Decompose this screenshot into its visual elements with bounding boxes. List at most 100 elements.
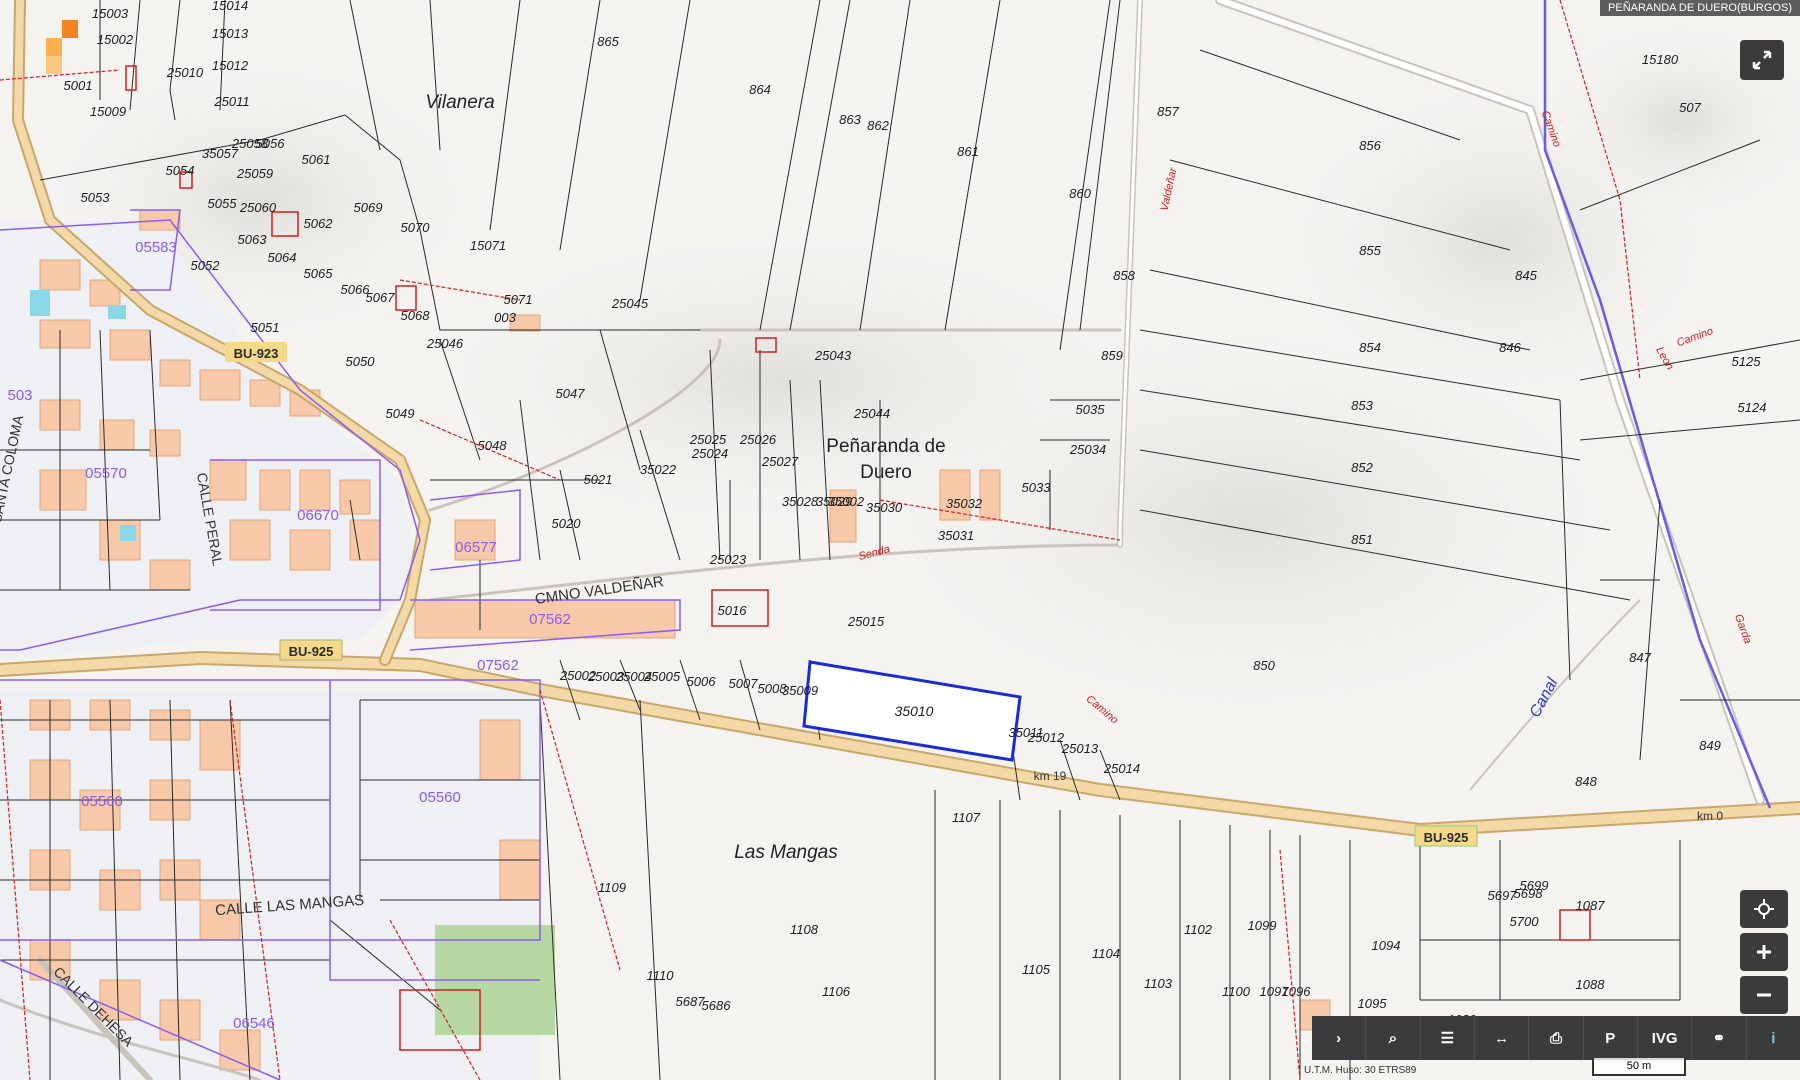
parcel-number: 5053 — [81, 190, 111, 205]
parcel-number: 1110 — [647, 968, 675, 983]
parcel-number: 1105 — [1022, 962, 1051, 977]
parcel-number: 5047 — [556, 386, 586, 401]
parcel-number: 15013 — [212, 26, 249, 41]
parcel-number: 5068 — [401, 308, 431, 323]
km-marker: km 0 — [1697, 809, 1723, 823]
parcel-number: 25015 — [847, 614, 885, 629]
parcel-number: 857 — [1157, 104, 1179, 119]
parcel-number: 5021 — [584, 472, 613, 487]
parcel-number: 1088 — [1576, 977, 1606, 992]
parcel-number: 25025 — [689, 432, 727, 447]
parcel-number: 35009 — [782, 683, 818, 698]
share-button[interactable]: ⚭ — [1692, 1016, 1747, 1060]
parcel-number: 849 — [1699, 738, 1721, 753]
block-number: 06577 — [455, 539, 497, 556]
block-number: 503 — [7, 387, 32, 404]
parcel-number: 15071 — [470, 238, 506, 253]
app-logo[interactable] — [28, 18, 78, 74]
parcel-number: 850 — [1253, 658, 1275, 673]
place-label: Duero — [860, 462, 912, 483]
parcel-number: 25010 — [166, 65, 204, 80]
parcel-number: 5056 — [256, 136, 286, 151]
parcel-number: 15012 — [212, 58, 249, 73]
km-marker: km 19 — [1034, 769, 1067, 783]
parcel-number: 5048 — [478, 438, 508, 453]
ivg-icon: IVG — [1651, 1029, 1678, 1047]
parcel-number: 5035 — [1076, 402, 1106, 417]
parcel-number: 25059 — [236, 166, 273, 181]
info-button[interactable]: i — [1747, 1016, 1800, 1060]
map-toolbar: › ⌕ ☰ ↔ ⎙ P IVG ⚭ i — [1312, 1016, 1800, 1060]
road-number: BU-923 — [234, 346, 279, 361]
parcel-number: 5020 — [552, 516, 582, 531]
print-button[interactable]: ⎙ — [1529, 1016, 1584, 1060]
fullscreen-button[interactable] — [1740, 40, 1784, 80]
parcel-number: 1094 — [1372, 938, 1401, 953]
ivg-button[interactable]: IVG — [1638, 1016, 1693, 1060]
zoom-out-button[interactable] — [1740, 976, 1788, 1014]
cadastral-map[interactable]: VilaneraPeñaranda deDueroLas MangasCMNO … — [0, 0, 1800, 1080]
layers-button[interactable]: ☰ — [1421, 1016, 1475, 1060]
parcel-number: 856 — [1359, 138, 1381, 153]
search-button[interactable]: ⌕ — [1366, 1016, 1421, 1060]
parcel-number: 5001 — [64, 78, 93, 93]
parcel-number: 1087 — [1576, 898, 1606, 913]
print-icon: ⎙ — [1549, 1029, 1562, 1047]
parcel-number: 25034 — [1069, 442, 1106, 457]
parcel-number: 852 — [1351, 460, 1373, 475]
parcel-number: 5054 — [166, 163, 195, 178]
parcel-number: 1099 — [1248, 918, 1277, 933]
parcel-number: 855 — [1359, 243, 1381, 258]
parcel-number: 864 — [749, 82, 771, 97]
parcel-number: 25013 — [1061, 741, 1099, 756]
parcel-number: 1107 — [952, 810, 981, 825]
crosshair-icon — [1754, 899, 1774, 919]
parking-button[interactable]: P — [1584, 1016, 1638, 1060]
parcel-number: 25014 — [1103, 761, 1140, 776]
parcel-number: 5062 — [304, 216, 334, 231]
parcel-number: 15180 — [1642, 52, 1679, 67]
place-label: Peñaranda de — [826, 436, 945, 457]
place-label: Las Mangas — [734, 842, 838, 863]
parcel-number: 25024 — [691, 446, 728, 461]
parcel-number: 25027 — [761, 454, 799, 469]
parcel-number: 5686 — [702, 998, 732, 1013]
parcel-number: 003 — [494, 310, 516, 325]
block-number: 07562 — [529, 611, 571, 628]
parcel-number: 861 — [957, 144, 979, 159]
parcel-number: 845 — [1515, 268, 1537, 283]
parcel-number: 5007 — [729, 676, 759, 691]
expand-panel-button[interactable]: › — [1312, 1016, 1367, 1060]
parcel-number: 846 — [1499, 340, 1521, 355]
block-number: 06670 — [297, 507, 339, 524]
parcel-number: 1095 — [1358, 996, 1388, 1011]
parcel-number: 25005 — [643, 669, 681, 684]
parcel-number: 25046 — [426, 336, 464, 351]
parcel-number: 5063 — [238, 232, 268, 247]
parcel-number: 5055 — [208, 196, 238, 211]
parcel-number: 507 — [1679, 100, 1701, 115]
scale-bar: 50 m — [1592, 1058, 1686, 1076]
measure-icon: ↔ — [1494, 1029, 1510, 1047]
pool — [108, 305, 126, 319]
plus-icon — [1757, 945, 1771, 959]
search-icon: ⌕ — [1388, 1029, 1398, 1047]
measure-button[interactable]: ↔ — [1475, 1016, 1530, 1060]
block-number: 05570 — [85, 465, 127, 482]
zoom-in-button[interactable] — [1740, 933, 1788, 971]
parcel-number: 5052 — [191, 258, 221, 273]
parcel-number: 5051 — [251, 320, 280, 335]
minus-icon — [1757, 993, 1771, 997]
parcel-number: 863 — [839, 112, 861, 127]
parcel-number: 25011 — [213, 94, 249, 109]
road-number: BU-925 — [289, 644, 334, 659]
parcel-number: 5071 — [504, 292, 533, 307]
parcel-number: 1096 — [1282, 984, 1312, 999]
parcel-number: 25012 — [1027, 730, 1065, 745]
pool — [120, 525, 136, 541]
parcel-number: 35031 — [938, 528, 974, 543]
expand-icon — [1752, 50, 1772, 70]
locate-button[interactable] — [1740, 890, 1788, 928]
parcel-number: 854 — [1359, 340, 1381, 355]
parcel-number: 5033 — [1022, 480, 1052, 495]
